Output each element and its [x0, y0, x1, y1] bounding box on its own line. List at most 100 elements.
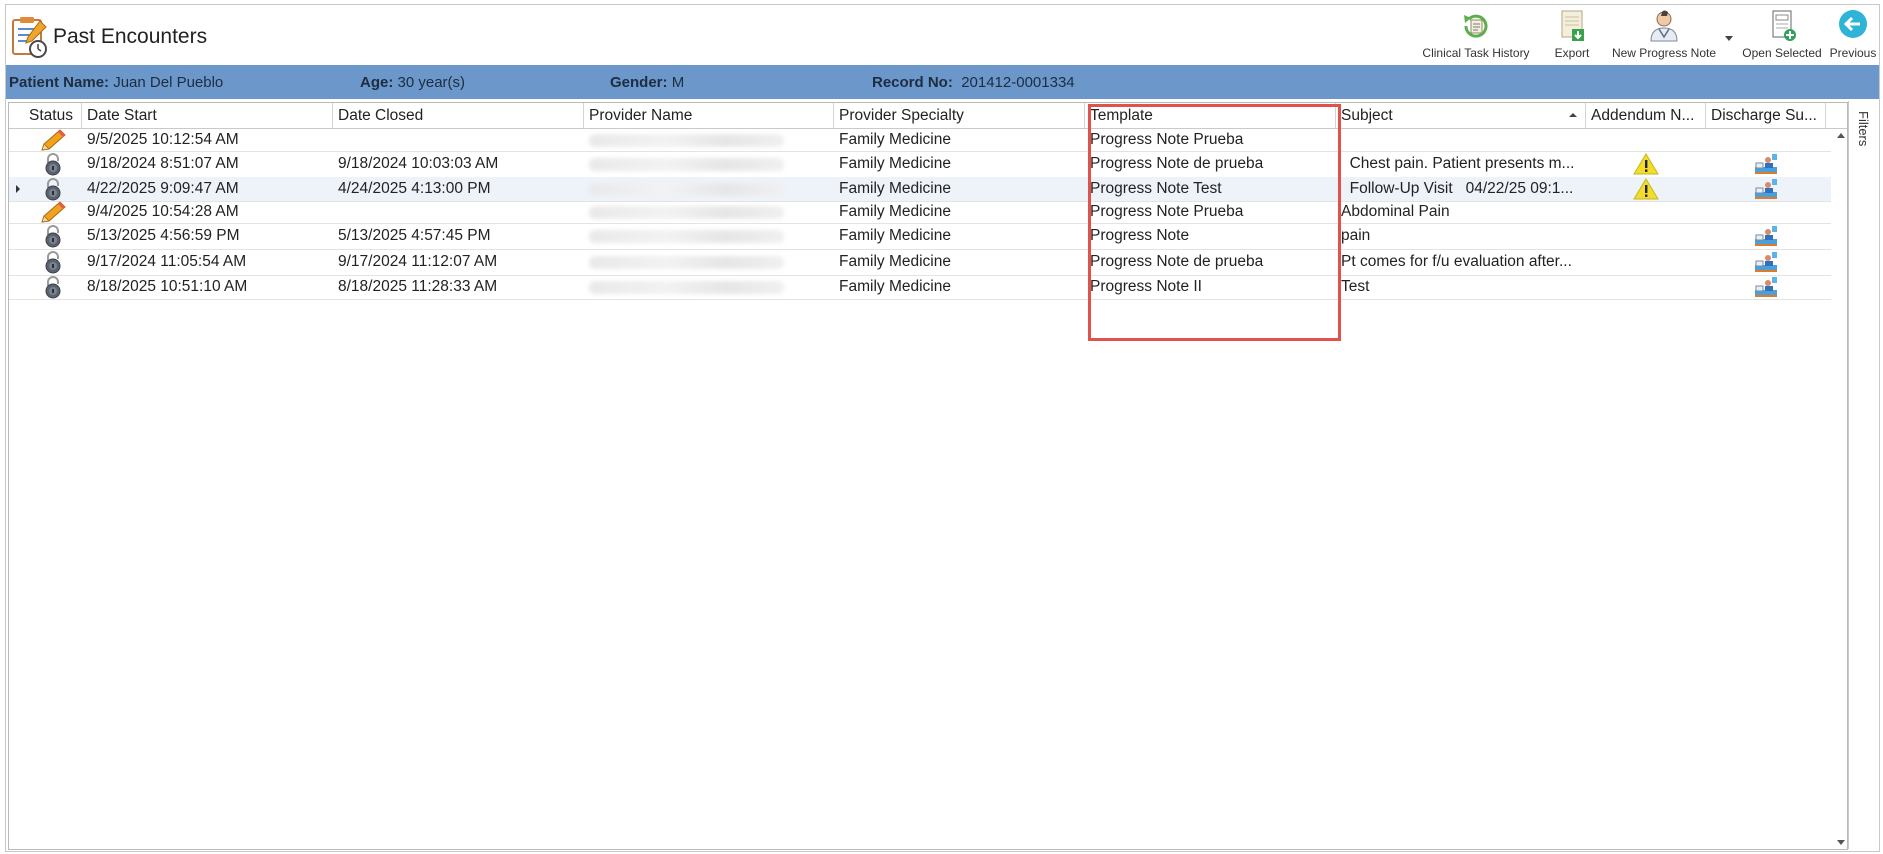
cell-template: Progress Note — [1090, 227, 1190, 244]
provider-name-redacted — [584, 275, 834, 299]
discharge-summary-icon[interactable] — [1706, 177, 1826, 201]
cell-date-start: 4/22/2025 9:09:47 AM — [87, 180, 239, 197]
column-header-addendum[interactable]: Addendum N... — [1586, 103, 1706, 128]
cell-subject: pain — [1341, 227, 1371, 244]
table-row[interactable]: 9/18/2024 8:51:07 AM 9/18/2024 10:03:03 A… — [9, 151, 1831, 178]
cell-subject: Chest pain. Patient presents m... — [1341, 155, 1575, 172]
provider-name-redacted — [584, 223, 834, 249]
scroll-up-arrow[interactable] — [1837, 133, 1845, 138]
column-header-status[interactable]: Status — [24, 103, 82, 128]
cell-specialty: Family Medicine — [839, 180, 951, 197]
cell-specialty: Family Medicine — [839, 131, 951, 148]
patient-gender: Gender: M — [610, 74, 684, 91]
addendum-cell — [1586, 201, 1706, 223]
open-selected-button[interactable]: Open Selected — [1736, 9, 1828, 60]
record-number-label: Record No: — [872, 74, 953, 91]
cell-template: Progress Note Prueba — [1090, 203, 1244, 220]
patient-name: Patient Name: Juan Del Pueblo — [9, 74, 223, 91]
open-document-icon — [1772, 10, 1796, 41]
export-button[interactable]: Export — [1546, 9, 1598, 60]
cell-specialty: Family Medicine — [839, 155, 951, 172]
column-header-discharge[interactable]: Discharge Su... — [1706, 103, 1826, 128]
current-row-indicator — [16, 185, 20, 193]
cell-date-start: 9/18/2024 8:51:07 AM — [87, 155, 239, 172]
addendum-cell — [1586, 129, 1706, 151]
lock-icon — [24, 151, 82, 177]
warning-icon — [1586, 151, 1706, 177]
discharge-summary-icon[interactable] — [1706, 275, 1826, 299]
patient-gender-value: M — [671, 74, 685, 91]
clinical-task-history-button[interactable]: Clinical Task History — [1414, 9, 1538, 60]
cell-date-closed: 8/18/2025 11:28:33 AM — [338, 278, 498, 295]
cell-template: Progress Note de prueba — [1090, 253, 1264, 270]
cell-template: Progress Note Test — [1090, 180, 1222, 197]
filters-panel-tab[interactable]: Filters — [1852, 105, 1876, 165]
page-title: Past Encounters — [53, 25, 208, 48]
cell-specialty: Family Medicine — [839, 278, 951, 295]
new-progress-note-label: New Progress Note — [1611, 46, 1717, 60]
lock-icon — [24, 249, 82, 275]
previous-label: Previous — [1829, 46, 1877, 60]
discharge-summary-icon[interactable] — [1706, 223, 1826, 249]
column-header-provider-name[interactable]: Provider Name — [584, 103, 834, 128]
provider-name-redacted — [584, 151, 834, 177]
lock-icon — [24, 223, 82, 249]
cell-specialty: Family Medicine — [839, 227, 951, 244]
pencil-icon — [24, 129, 82, 151]
clinical-task-history-label: Clinical Task History — [1422, 46, 1530, 60]
addendum-cell — [1586, 223, 1706, 249]
open-selected-label: Open Selected — [1742, 46, 1822, 60]
provider-name-redacted — [584, 129, 834, 151]
patient-age: Age: 30 year(s) — [360, 74, 465, 91]
provider-name-redacted — [584, 249, 834, 275]
cell-specialty: Family Medicine — [839, 253, 951, 270]
patient-name-label: Patient Name: — [9, 74, 110, 91]
column-header-date-start[interactable]: Date Start — [82, 103, 333, 128]
cell-date-start: 8/18/2025 10:51:10 AM — [87, 278, 248, 295]
table-row[interactable]: 8/18/2025 10:51:10 AM 8/18/2025 11:28:33 … — [9, 275, 1831, 300]
table-row[interactable]: 9/5/2025 10:12:54 AM Family Medicine Progr… — [9, 129, 1831, 152]
cell-date-start: 5/13/2025 4:56:59 PM — [87, 227, 240, 244]
patient-name-value: Juan Del Pueblo — [113, 74, 224, 91]
filters-label: Filters — [1856, 111, 1871, 147]
patient-gender-label: Gender: — [610, 74, 668, 91]
discharge-summary-icon[interactable] — [1706, 249, 1826, 275]
previous-button[interactable]: Previous — [1828, 9, 1878, 60]
column-header-template[interactable]: Template — [1085, 103, 1336, 128]
discharge-summary-icon[interactable] — [1706, 151, 1826, 177]
addendum-cell — [1586, 249, 1706, 275]
table-row[interactable]: 9/4/2025 10:54:28 AM Family Medicine Progr… — [9, 201, 1831, 224]
new-progress-note-button[interactable]: New Progress Note — [1606, 9, 1722, 60]
back-arrow-icon — [1839, 10, 1867, 38]
new-progress-note-dropdown-arrow[interactable] — [1725, 36, 1733, 41]
cell-date-closed: 9/17/2024 11:12:07 AM — [338, 253, 498, 270]
header-bar: Past Encounters Clinical Task History Ex… — [6, 5, 1879, 65]
table-row[interactable]: 5/13/2025 4:56:59 PM 5/13/2025 4:57:45 PM… — [9, 223, 1831, 250]
cell-template: Progress Note de prueba — [1090, 155, 1264, 172]
table-row[interactable]: 4/22/2025 9:09:47 AM 4/24/2025 4:13:00 PM… — [9, 177, 1831, 202]
column-header-provider-specialty[interactable]: Provider Specialty — [834, 103, 1085, 128]
patient-age-value: 30 year(s) — [397, 74, 466, 91]
export-icon — [1561, 10, 1584, 41]
cell-subject — [1336, 129, 1586, 151]
scroll-down-arrow[interactable] — [1837, 840, 1845, 845]
table-row[interactable]: 9/17/2024 11:05:54 AM 9/17/2024 11:12:07 … — [9, 249, 1831, 276]
discharge-cell — [1706, 201, 1826, 223]
cell-date-closed — [333, 201, 584, 223]
cell-subject: Test — [1341, 278, 1370, 295]
column-header-subject-label: Subject — [1341, 107, 1393, 124]
column-header-date-closed[interactable]: Date Closed — [333, 103, 584, 128]
record-number-value: 201412-0001334 — [961, 74, 1075, 91]
provider-name-redacted — [584, 201, 834, 223]
encounters-grid: Status Date Start Date Closed Provider N… — [8, 102, 1848, 850]
cell-subject: Follow-Up Visit 04/22/25 09:1... — [1341, 180, 1574, 197]
vertical-scrollbar[interactable] — [1835, 129, 1847, 849]
encounters-clipboard-icon — [12, 17, 47, 58]
lock-icon — [24, 177, 82, 201]
cell-date-closed: 5/13/2025 4:57:45 PM — [338, 227, 491, 244]
cell-specialty: Family Medicine — [839, 203, 951, 220]
column-header-subject[interactable]: Subject — [1336, 103, 1586, 128]
addendum-cell — [1586, 275, 1706, 299]
cell-date-start: 9/17/2024 11:05:54 AM — [87, 253, 247, 270]
grid-header: Status Date Start Date Closed Provider N… — [9, 103, 1847, 129]
